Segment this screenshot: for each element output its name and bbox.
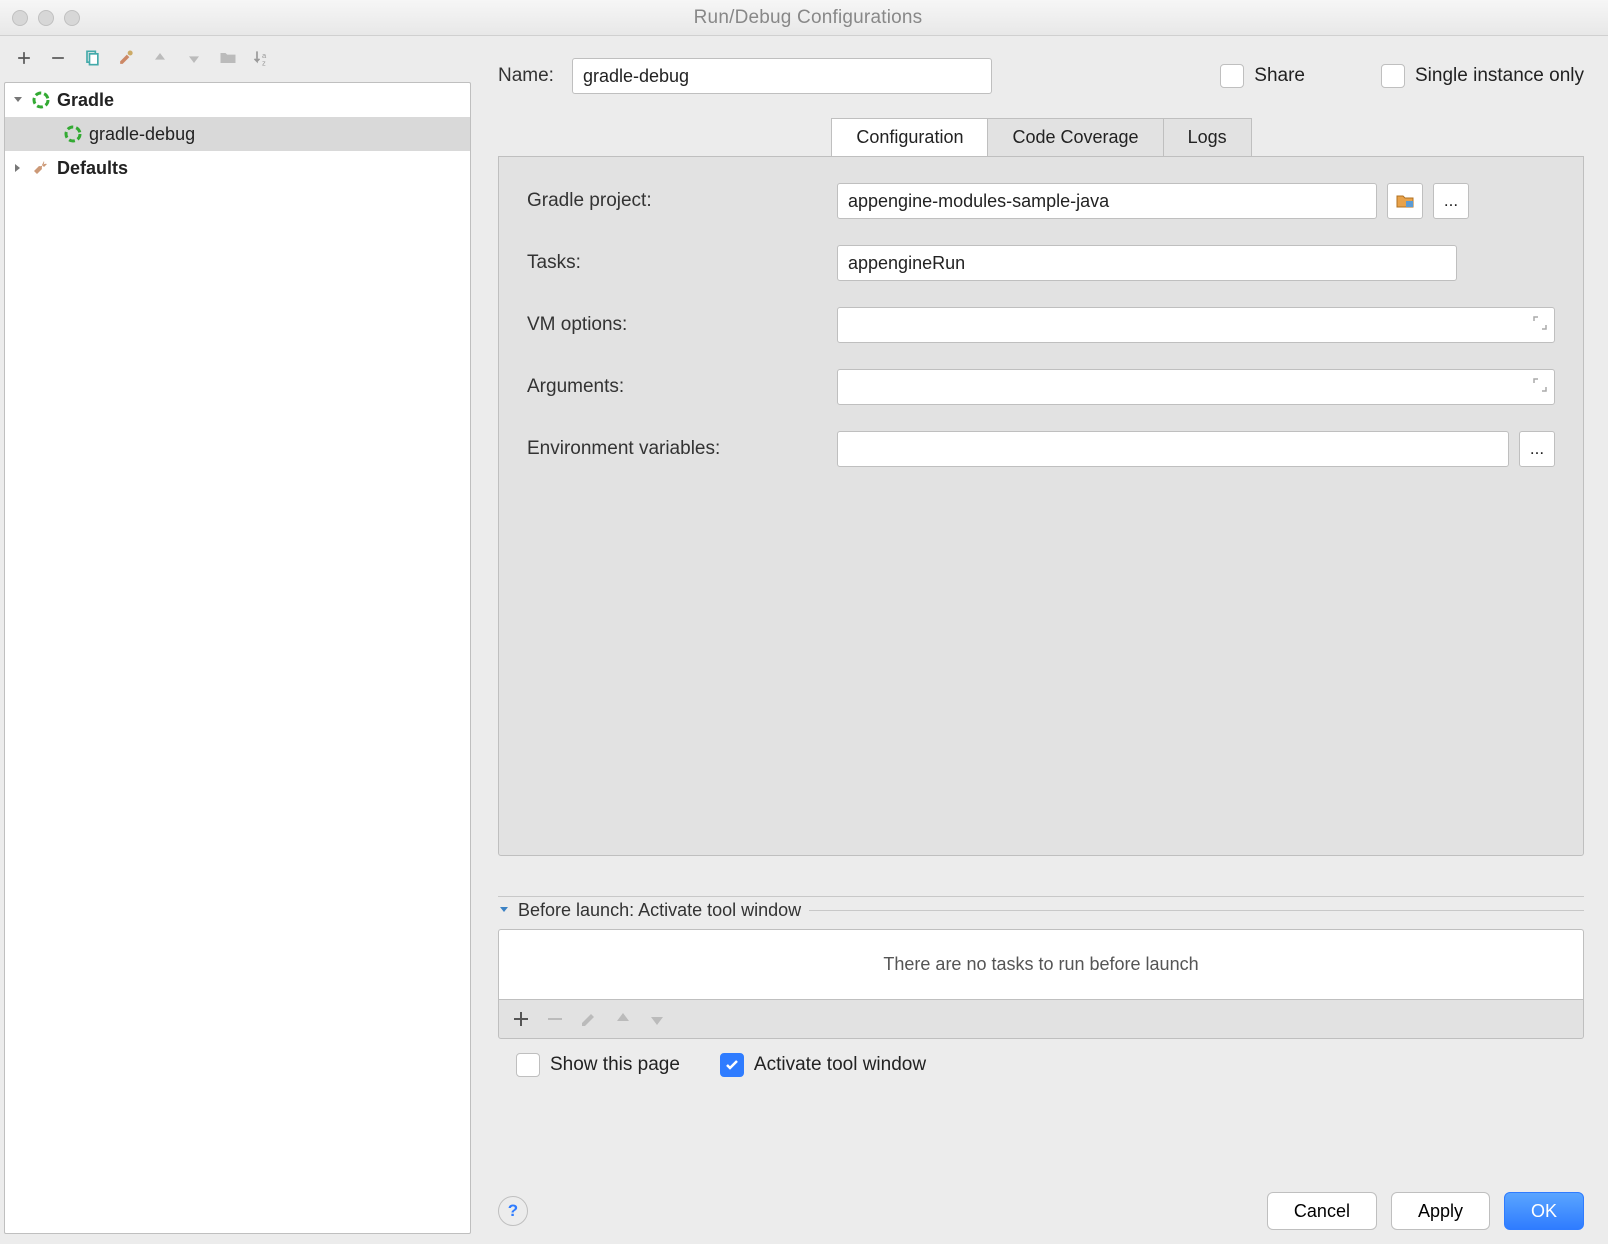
add-configuration-button[interactable] bbox=[10, 44, 38, 72]
sidebar-toolbar: az bbox=[0, 36, 475, 80]
gradle-project-label: Gradle project: bbox=[527, 190, 837, 212]
edit-task-button[interactable] bbox=[579, 1009, 599, 1029]
cancel-button[interactable]: Cancel bbox=[1267, 1192, 1377, 1230]
tasks-label: Tasks: bbox=[527, 252, 837, 274]
configurations-tree[interactable]: Gradle gradle-debug Defaults bbox=[4, 82, 471, 1234]
arguments-input[interactable] bbox=[837, 369, 1555, 405]
gradle-project-browse-button[interactable]: ... bbox=[1433, 183, 1469, 219]
gradle-icon bbox=[63, 124, 83, 144]
arguments-label: Arguments: bbox=[527, 376, 837, 398]
config-tabs: Configuration Code Coverage Logs bbox=[831, 118, 1250, 156]
before-launch-empty-text: There are no tasks to run before launch bbox=[883, 954, 1198, 975]
checkbox-icon bbox=[516, 1053, 540, 1077]
tab-code-coverage[interactable]: Code Coverage bbox=[987, 118, 1163, 156]
tree-node-label: Defaults bbox=[57, 158, 128, 179]
minimize-window-icon[interactable] bbox=[38, 10, 54, 26]
configurations-sidebar: az Gradle gradle-debug Defaults bbox=[0, 36, 480, 1244]
wrench-icon bbox=[31, 158, 51, 178]
copy-configuration-button[interactable] bbox=[78, 44, 106, 72]
svg-text:z: z bbox=[262, 59, 266, 68]
move-up-button[interactable] bbox=[146, 44, 174, 72]
folder-button[interactable] bbox=[214, 44, 242, 72]
tree-node-label: Gradle bbox=[57, 90, 114, 111]
move-task-up-button[interactable] bbox=[613, 1009, 633, 1029]
window-title: Run/Debug Configurations bbox=[80, 7, 1536, 29]
vm-options-label: VM options: bbox=[527, 314, 837, 336]
tree-node-gradle[interactable]: Gradle bbox=[5, 83, 470, 117]
gradle-project-picker-button[interactable] bbox=[1387, 183, 1423, 219]
configuration-panel: Name: Share Single instance only Configu… bbox=[480, 36, 1608, 1244]
remove-task-button[interactable] bbox=[545, 1009, 565, 1029]
env-variables-input[interactable] bbox=[837, 431, 1509, 467]
help-button[interactable]: ? bbox=[498, 1196, 528, 1226]
activate-tool-window-label: Activate tool window bbox=[754, 1054, 926, 1076]
expand-caret-down-icon[interactable] bbox=[11, 94, 25, 106]
show-this-page-checkbox[interactable]: Show this page bbox=[516, 1053, 680, 1077]
before-launch-tasks-list[interactable]: There are no tasks to run before launch bbox=[498, 929, 1584, 999]
move-down-button[interactable] bbox=[180, 44, 208, 72]
checkbox-icon bbox=[1381, 64, 1405, 88]
remove-configuration-button[interactable] bbox=[44, 44, 72, 72]
vm-options-input[interactable] bbox=[837, 307, 1555, 343]
configuration-tab-panel: Gradle project: ... Tasks: VM options: bbox=[498, 156, 1584, 856]
show-this-page-label: Show this page bbox=[550, 1054, 680, 1076]
env-variables-label: Environment variables: bbox=[527, 438, 837, 460]
expand-editor-icon[interactable] bbox=[1533, 377, 1547, 397]
tab-configuration[interactable]: Configuration bbox=[831, 118, 988, 156]
share-checkbox[interactable]: Share bbox=[1220, 64, 1305, 88]
zoom-window-icon[interactable] bbox=[64, 10, 80, 26]
env-variables-browse-button[interactable]: ... bbox=[1519, 431, 1555, 467]
checkbox-checked-icon bbox=[720, 1053, 744, 1077]
divider bbox=[809, 910, 1584, 911]
expand-caret-right-icon[interactable] bbox=[11, 162, 25, 174]
titlebar: Run/Debug Configurations bbox=[0, 0, 1608, 36]
close-window-icon[interactable] bbox=[12, 10, 28, 26]
checkbox-icon bbox=[1220, 64, 1244, 88]
gradle-project-input[interactable] bbox=[837, 183, 1377, 219]
add-task-button[interactable] bbox=[511, 1009, 531, 1029]
before-launch-toolbar bbox=[498, 999, 1584, 1039]
name-input[interactable] bbox=[572, 58, 992, 94]
activate-tool-window-checkbox[interactable]: Activate tool window bbox=[720, 1053, 926, 1077]
section-toggle-icon[interactable] bbox=[498, 900, 510, 921]
folder-registered-icon bbox=[1395, 191, 1415, 211]
tree-node-label: gradle-debug bbox=[89, 124, 195, 145]
window-traffic-lights bbox=[12, 10, 80, 26]
expand-editor-icon[interactable] bbox=[1533, 315, 1547, 335]
dialog-footer: ? Cancel Apply OK bbox=[498, 1182, 1584, 1230]
gradle-icon bbox=[31, 90, 51, 110]
share-label: Share bbox=[1254, 65, 1305, 87]
move-task-down-button[interactable] bbox=[647, 1009, 667, 1029]
tree-node-defaults[interactable]: Defaults bbox=[5, 151, 470, 185]
ok-button[interactable]: OK bbox=[1504, 1192, 1584, 1230]
edit-defaults-button[interactable] bbox=[112, 44, 140, 72]
before-launch-header: Before launch: Activate tool window bbox=[518, 900, 801, 921]
tab-logs[interactable]: Logs bbox=[1163, 118, 1252, 156]
before-launch-section: Before launch: Activate tool window Ther… bbox=[498, 896, 1584, 1039]
apply-button[interactable]: Apply bbox=[1391, 1192, 1490, 1230]
single-instance-checkbox[interactable]: Single instance only bbox=[1381, 64, 1584, 88]
tree-node-gradle-debug[interactable]: gradle-debug bbox=[5, 117, 470, 151]
sort-alpha-button[interactable]: az bbox=[248, 44, 276, 72]
single-instance-label: Single instance only bbox=[1415, 65, 1584, 87]
tasks-input[interactable] bbox=[837, 245, 1457, 281]
name-label: Name: bbox=[498, 65, 554, 87]
